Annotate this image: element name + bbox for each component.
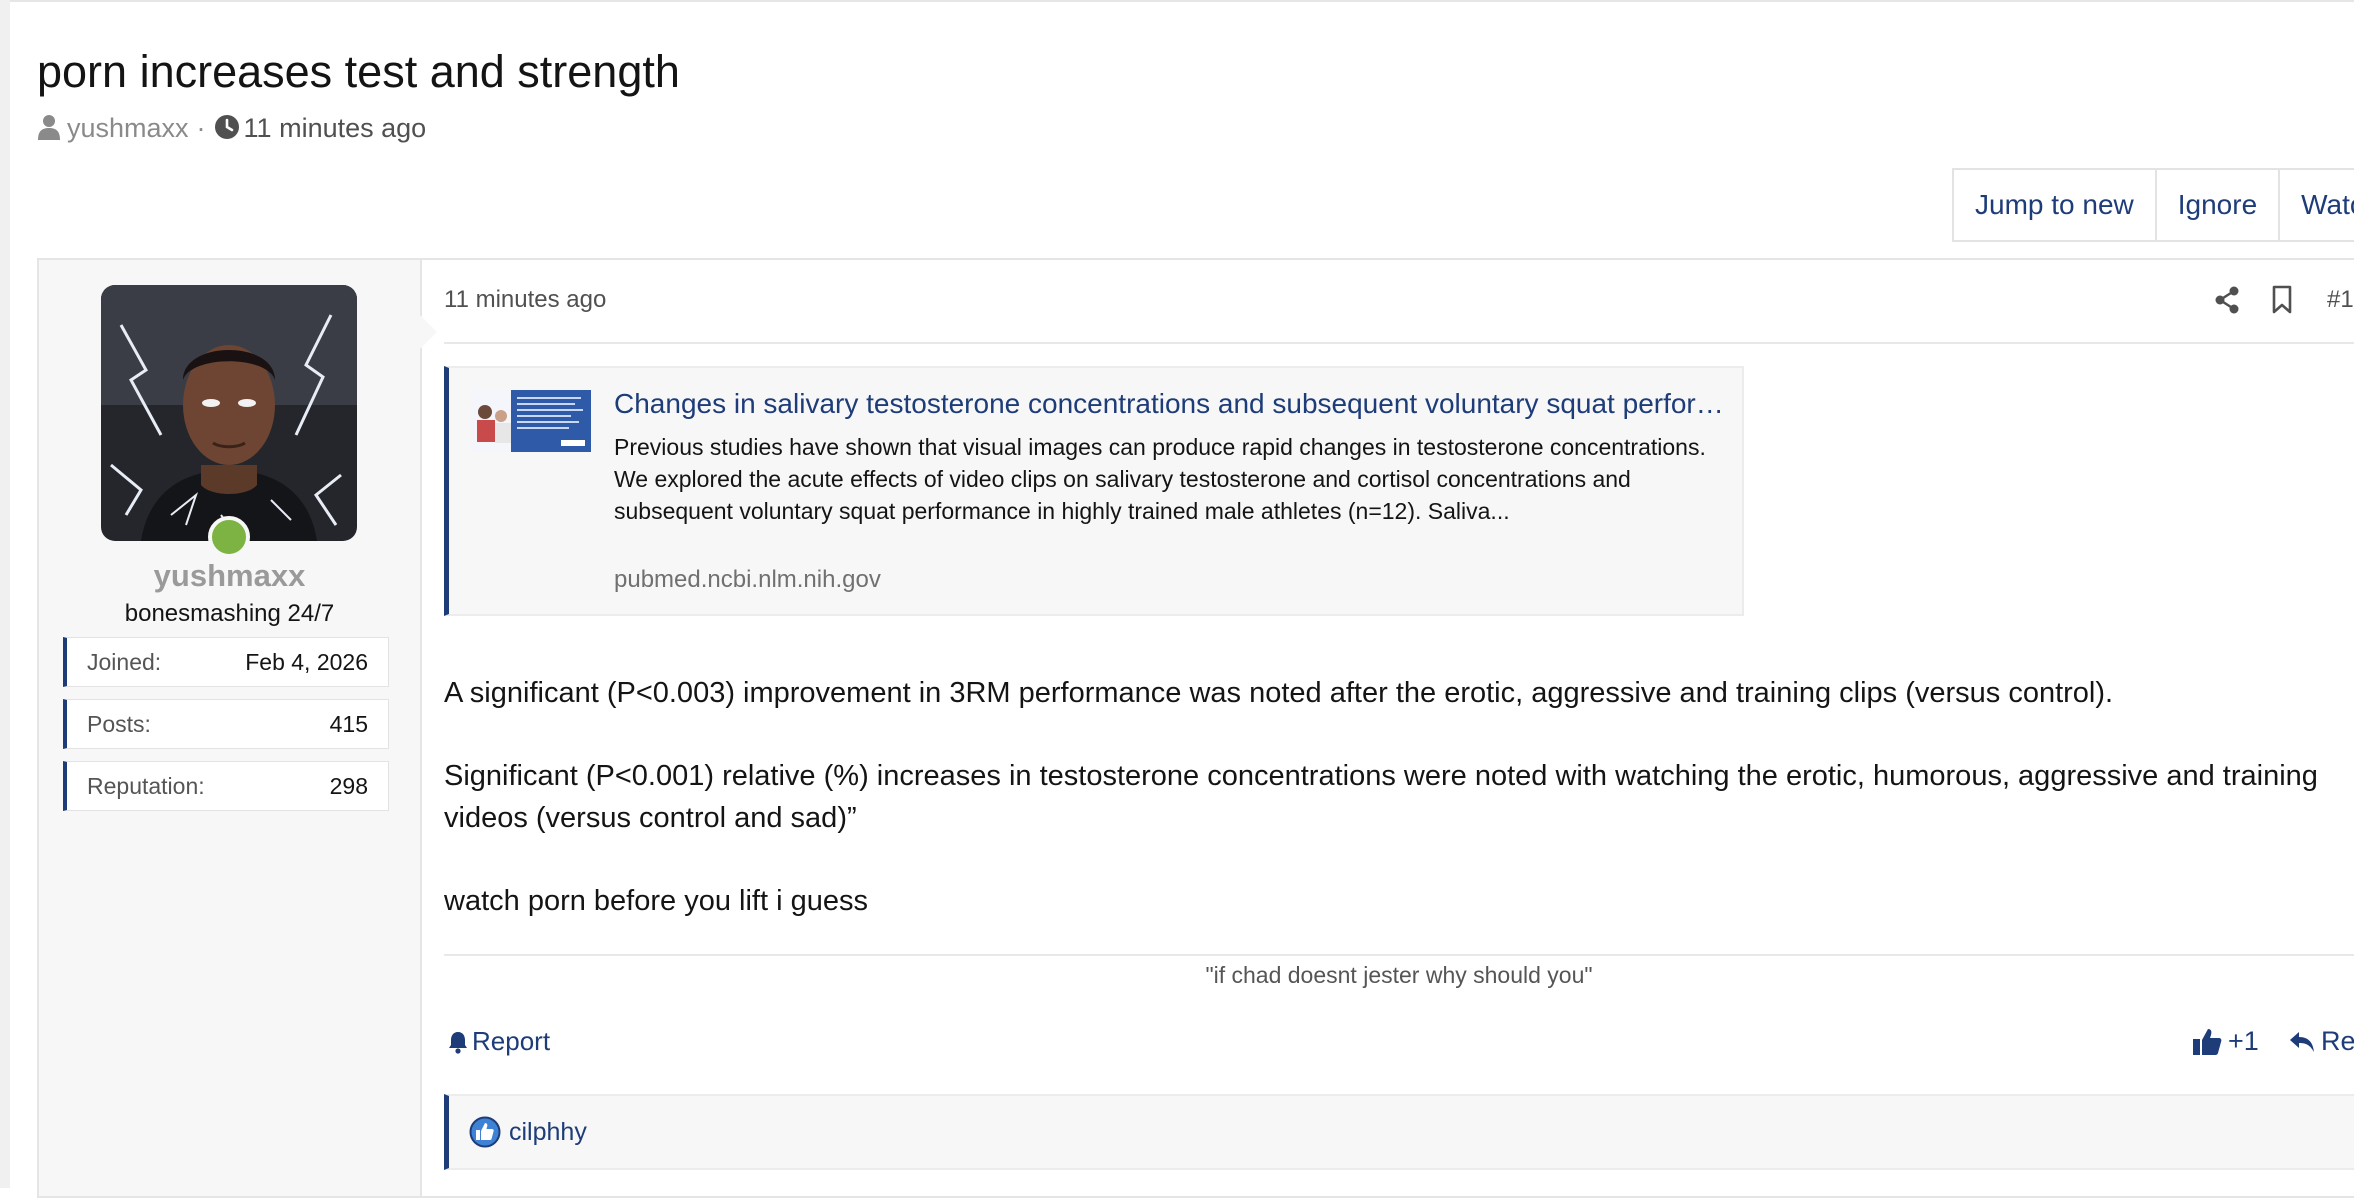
post-paragraph: Significant (P<0.001) relative (%) incre…: [444, 760, 2318, 834]
post-container: yushmaxx bonesmashing 24/7 Joined: Feb 4…: [37, 258, 2354, 1198]
report-button[interactable]: Report: [448, 1026, 550, 1057]
reply-arrow-icon: [2289, 1030, 2315, 1054]
post-number-link[interactable]: #1: [2327, 286, 2354, 314]
thumbs-up-icon: [2192, 1027, 2222, 1057]
user-title: bonesmashing 24/7: [124, 600, 335, 627]
post-content: 11 minutes ago #1 Changes in salivary te…: [444, 260, 2354, 1196]
thread-action-buttons: Jump to new Ignore Watch: [1952, 168, 2354, 242]
link-preview-title[interactable]: Changes in salivary testosterone concent…: [614, 388, 1724, 420]
thread-author-link[interactable]: yushmaxx: [67, 110, 189, 146]
sidebar-pointer: [419, 314, 437, 350]
stat-value: 415: [329, 710, 368, 737]
clock-icon: [214, 114, 240, 142]
reactions-bar: cilphhy: [444, 1094, 2354, 1170]
thread-title: porn increases test and strength: [37, 46, 680, 97]
reaction-users-link[interactable]: cilphhy: [509, 1118, 587, 1147]
link-preview-thumbnail: [471, 390, 591, 452]
stat-joined: Joined: Feb 4, 2026: [63, 637, 389, 687]
online-status-indicator: [208, 516, 250, 558]
bell-icon: [448, 1030, 468, 1054]
post-paragraph: A significant (P<0.003) improvement in 3…: [444, 677, 2114, 709]
stat-label: Reputation:: [87, 772, 205, 799]
avatar[interactable]: [101, 285, 357, 541]
top-divider: [10, 0, 2354, 2]
post-date[interactable]: 11 minutes ago: [444, 286, 606, 314]
link-preview-description: Previous studies have shown that visual …: [614, 434, 1706, 524]
reply-button[interactable]: Reply: [2289, 1026, 2354, 1057]
report-label: Report: [472, 1026, 551, 1056]
left-edge: [0, 0, 10, 1188]
thread-time[interactable]: 11 minutes ago: [244, 110, 427, 146]
post-header: 11 minutes ago #1: [444, 260, 2354, 344]
like-count: +1: [2228, 1026, 2259, 1056]
link-preview-card[interactable]: Changes in salivary testosterone concent…: [444, 366, 1744, 616]
share-icon[interactable]: [2214, 286, 2240, 314]
like-reaction-icon: [469, 1116, 501, 1148]
watch-button[interactable]: Watch: [2280, 170, 2354, 240]
stat-reputation: Reputation: 298: [63, 761, 389, 811]
user-signature: "if chad doesnt jester why should you": [1205, 962, 1593, 988]
post-paragraph: watch porn before you lift i guess: [444, 885, 868, 917]
stat-value: 298: [329, 772, 368, 799]
meta-separator: ·: [196, 113, 206, 143]
thread-meta: yushmaxx · 11 minutes ago: [37, 110, 426, 146]
post-username[interactable]: yushmaxx: [39, 558, 420, 594]
signature-divider: [444, 954, 2354, 956]
link-preview-domain: pubmed.ncbi.nlm.nih.gov: [614, 566, 881, 593]
stat-posts: Posts: 415: [63, 699, 389, 749]
ignore-button[interactable]: Ignore: [2157, 170, 2281, 240]
user-sidebar: yushmaxx bonesmashing 24/7 Joined: Feb 4…: [39, 260, 422, 1196]
jump-to-new-button[interactable]: Jump to new: [1954, 170, 2157, 240]
user-icon: [37, 114, 63, 142]
stat-label: Posts:: [87, 710, 151, 737]
bookmark-icon[interactable]: [2271, 285, 2293, 315]
stat-label: Joined:: [87, 648, 162, 675]
like-button[interactable]: +1: [2192, 1026, 2259, 1057]
reply-label: Reply: [2321, 1026, 2354, 1056]
stat-value: Feb 4, 2026: [245, 648, 368, 675]
